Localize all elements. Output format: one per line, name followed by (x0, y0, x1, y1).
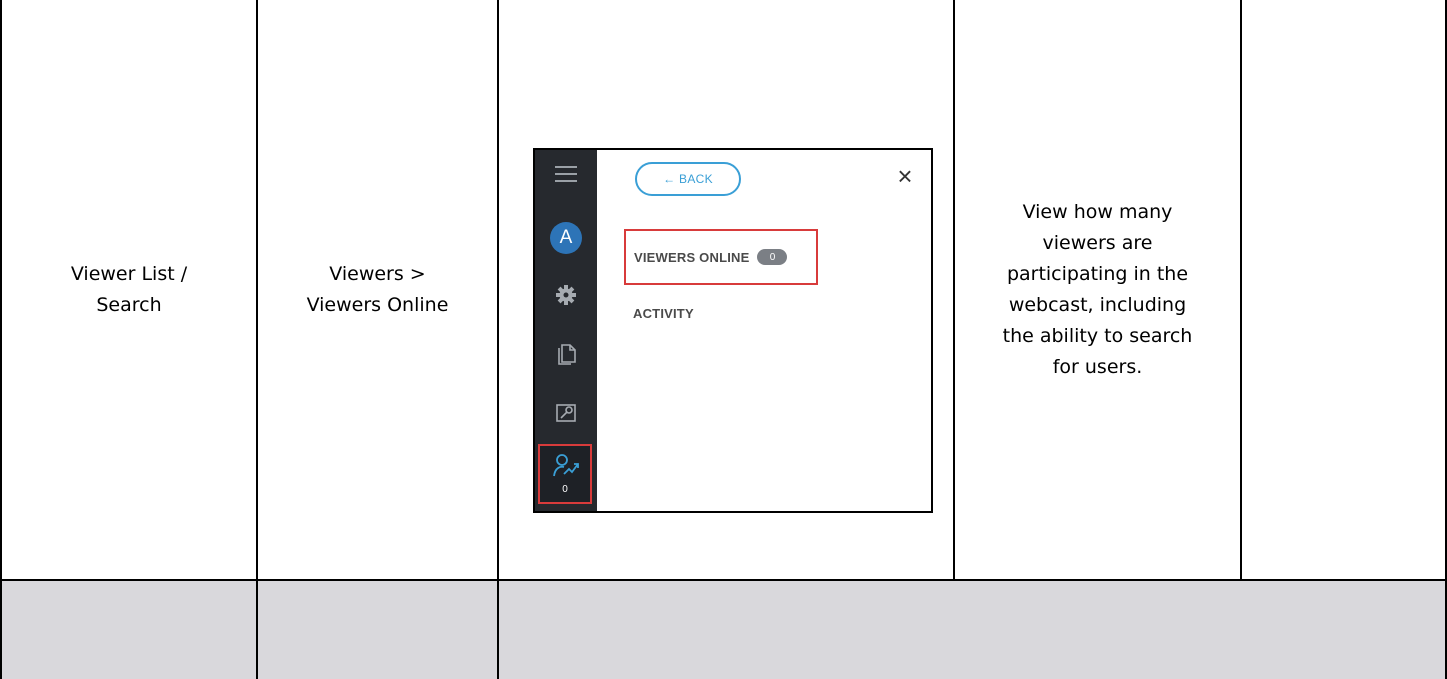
location-line: Viewers > (329, 262, 426, 285)
description-cell: View how many viewers are participating … (955, 0, 1240, 579)
hamburger-icon[interactable] (535, 164, 597, 184)
viewers-panel-screenshot: A 0 ← BACK × VIEWERS ONLINE 0 ACTIVITY (533, 148, 933, 513)
feature-line: Search (96, 293, 162, 316)
description-line: participating in the (1006, 262, 1189, 285)
back-button[interactable]: ← BACK (635, 162, 741, 196)
close-icon[interactable]: × (893, 163, 917, 189)
viewers-online-label: VIEWERS ONLINE (634, 249, 750, 265)
avatar: A (550, 222, 582, 254)
side-rail: A 0 (535, 150, 597, 511)
documents-icon[interactable] (535, 342, 597, 366)
description-line: for users. (1052, 355, 1143, 378)
viewers-online-tab[interactable]: VIEWERS ONLINE 0 (624, 229, 818, 285)
viewers-online-count-badge: 0 (757, 249, 788, 265)
feature-line: Viewer List / (70, 262, 188, 285)
viewers-count: 0 (562, 484, 568, 495)
viewers-icon (552, 452, 580, 485)
tools-icon[interactable] (535, 402, 597, 424)
description-line: the ability to search (1002, 324, 1193, 347)
notes-cell (1242, 0, 1445, 579)
user-avatar[interactable]: A (535, 222, 597, 254)
viewers-rail-item[interactable]: 0 (538, 444, 592, 504)
location-line: Viewers Online (306, 293, 449, 316)
description-line: View how many (1022, 200, 1173, 223)
description-line: webcast, including (1008, 293, 1187, 316)
description-line: viewers are (1042, 231, 1153, 254)
location-cell: Viewers > Viewers Online (258, 0, 497, 579)
gear-icon[interactable] (535, 284, 597, 306)
feature-cell: Viewer List / Search (2, 0, 256, 579)
table-border (0, 579, 1447, 581)
table-border (497, 0, 499, 679)
activity-tab[interactable]: ACTIVITY (633, 306, 694, 321)
empty-gray-row (0, 581, 1447, 679)
